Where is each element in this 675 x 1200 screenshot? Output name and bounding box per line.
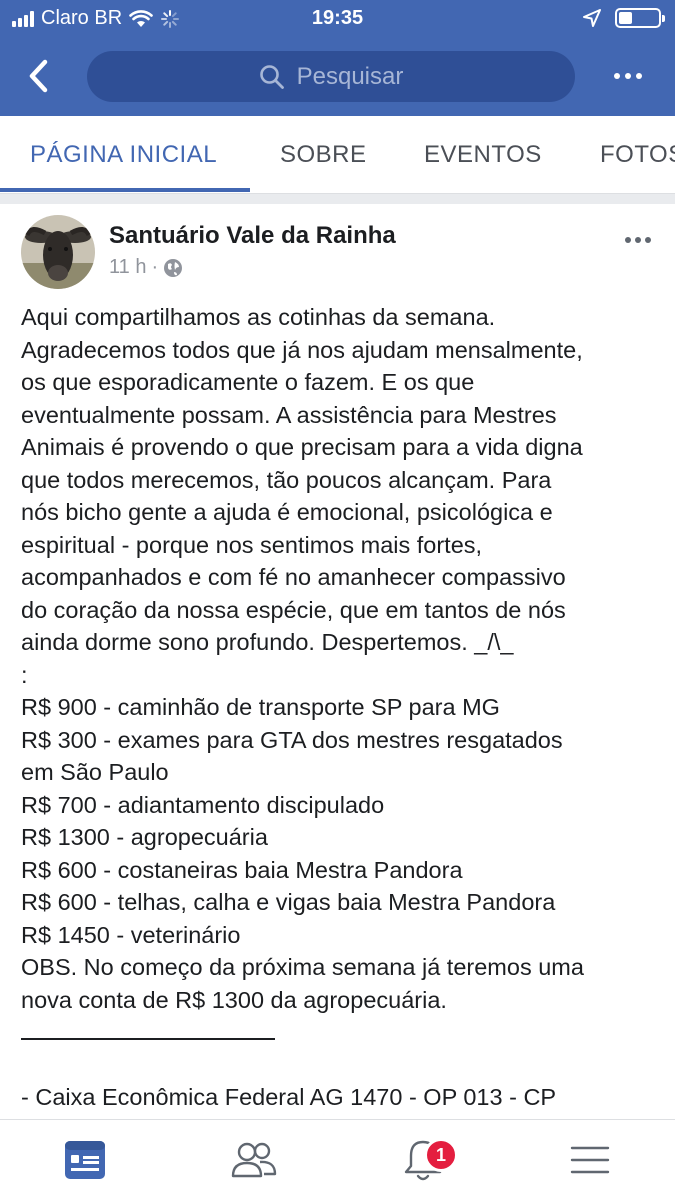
back-button[interactable] (18, 54, 58, 98)
post-blank-line (21, 1049, 661, 1082)
post-blank-line (21, 1016, 661, 1049)
post-line: R$ 600 - telhas, calha e vigas baia Mest… (21, 889, 556, 915)
post-line: nova conta de R$ 1300 da agropecuária. (21, 986, 447, 1013)
globe-icon (164, 258, 183, 277)
notification-badge: 1 (424, 1138, 458, 1172)
bottom-nav (0, 1119, 675, 1200)
post-text: Aqui compartilhamos as cotinhas da seman… (21, 301, 661, 1114)
text-divider-rule (21, 1038, 275, 1040)
post-line: R$ 300 - exames para GTA dos mestres res… (21, 726, 563, 753)
avatar[interactable] (21, 215, 95, 289)
post-line: OBS. No começo da próxima semana já tere… (21, 954, 584, 980)
news-feed-button[interactable] (55, 1132, 115, 1188)
post-line: R$ 1450 - veterinário (21, 921, 241, 948)
post-options-button[interactable] (621, 230, 655, 250)
post-line: : (21, 661, 28, 688)
tab-eventos[interactable]: EVENTOS (424, 116, 542, 193)
post-line: Agradecemos todos que já nos ajudam mens… (21, 336, 583, 363)
menu-button[interactable] (560, 1132, 620, 1188)
friends-icon (231, 1142, 277, 1178)
post-line: Aqui compartilhamos as cotinhas da seman… (21, 304, 496, 330)
post-line: os que esporadicamente o fazem. E os que (21, 369, 475, 395)
post-line: acompanhados e com fé no amanhecer compa… (21, 564, 566, 590)
tab-fotos[interactable]: FOTOS (600, 116, 675, 193)
post-line: R$ 900 - caminhão de transporte SP para … (21, 694, 500, 720)
page-name[interactable]: Santuário Vale da Rainha (109, 222, 396, 250)
post-line: ainda dorme sono profundo. Despertemos. … (21, 629, 514, 655)
search-bar[interactable]: Pesquisar (87, 51, 575, 102)
status-right (583, 8, 665, 28)
tab-sobre[interactable]: SOBRE (280, 116, 367, 193)
news-feed-icon (65, 1141, 105, 1179)
meta-separator: · (151, 256, 159, 278)
battery-icon (615, 8, 665, 28)
post-line: espiritual - porque nos sentimos mais fo… (21, 531, 483, 558)
post-meta: 11 h · (109, 256, 183, 279)
section-separator (0, 194, 675, 204)
active-tab-indicator (0, 188, 250, 192)
post-line: R$ 600 - costaneiras baia Mestra Pandora (21, 856, 463, 883)
post-time[interactable]: 11 h (109, 256, 146, 279)
post-line: nós bicho gente a ajuda é emocional, psi… (21, 499, 553, 525)
post-line: R$ 1300 - agropecuária (21, 824, 268, 850)
tab-pagina-inicial[interactable]: PÁGINA INICIAL (30, 116, 217, 193)
menu-hamburger-icon (570, 1146, 610, 1174)
post-line: em São Paulo (21, 759, 169, 785)
post-line: eventualmente possam. A assistência para… (21, 401, 557, 428)
buffalo-photo (21, 215, 95, 289)
search-icon (259, 64, 284, 89)
post-line: que todos merecemos, tão poucos alcançam… (21, 466, 552, 493)
post-line: Animais é provendo o que precisam para a… (21, 434, 583, 460)
status-bar: Claro BR 19:35 (0, 0, 675, 38)
post-line: R$ 700 - adiantamento discipulado (21, 791, 385, 818)
friends-button[interactable] (224, 1132, 284, 1188)
post-line: do coração da nossa espécie, que em tant… (21, 596, 566, 623)
search-placeholder: Pesquisar (296, 62, 404, 90)
bank-info-line: - Caixa Econômica Federal AG 1470 - OP 0… (21, 1084, 557, 1110)
more-dots-icon[interactable] (611, 64, 645, 88)
back-chevron-icon (29, 59, 48, 93)
status-time: 19:35 (311, 7, 364, 29)
top-header: Claro BR 19:35 Pesquisar (0, 0, 675, 116)
page-tabs: PÁGINA INICIAL SOBRE EVENTOS FOTOS (0, 116, 675, 194)
location-arrow-icon (583, 9, 601, 27)
